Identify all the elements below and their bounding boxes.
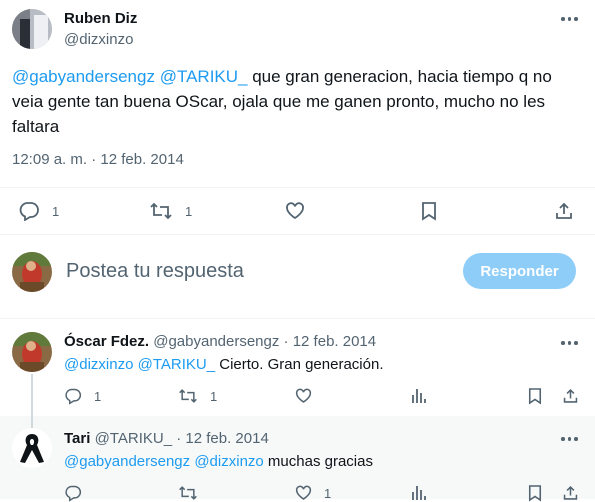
reply1-date[interactable]: · 12 feb. 2014 <box>279 333 377 350</box>
main-author-name[interactable]: Ruben Diz <box>64 10 137 27</box>
views-icon <box>412 486 426 500</box>
reply1-bookmark-button[interactable] <box>528 387 542 405</box>
reply1-text-body: Cierto. Gran generación. <box>215 356 384 373</box>
bookmark-icon <box>528 388 542 405</box>
reply2-avatar[interactable] <box>12 428 52 468</box>
reply2-like-button[interactable]: 1 <box>295 484 331 502</box>
reply-icon <box>65 485 82 502</box>
divider <box>0 318 595 319</box>
reply2-views-button[interactable] <box>411 484 427 502</box>
bookmark-icon <box>422 202 436 221</box>
divider <box>0 187 595 188</box>
reply1-reply-button[interactable]: 1 <box>64 387 101 405</box>
retweet-icon <box>179 389 197 403</box>
reply1-header: Óscar Fdez. @gabyandersengz · 12 feb. 20… <box>64 333 376 350</box>
reply1-author-name[interactable]: Óscar Fdez. <box>64 333 149 350</box>
reply2-more-icon[interactable] <box>561 436 578 442</box>
main-more-icon[interactable] <box>561 16 578 22</box>
retweet-icon <box>179 486 197 500</box>
heart-icon <box>295 388 312 403</box>
reply1-retweet-button[interactable]: 1 <box>178 387 217 405</box>
reply1-avatar[interactable] <box>12 332 52 372</box>
reply1-retweet-count: 1 <box>210 388 218 404</box>
main-text-line2: veia gente tan buena OScar, ojala que me… <box>12 92 546 111</box>
reply2-text-body: muchas gracias <box>263 453 373 470</box>
reply1-text: @dizxinzo @TARIKU_ Cierto. Gran generaci… <box>64 355 383 375</box>
black-ribbon-icon <box>20 434 44 463</box>
reply1-more-icon[interactable] <box>561 340 578 346</box>
reply2-header: Tari @TARIKU_ · 12 feb. 2014 <box>64 430 269 447</box>
main-text-line1: que gran generacion, hacia tiempo q no <box>247 67 552 86</box>
share-icon <box>556 202 572 219</box>
main-tweet-text: @gabyandersengz @TARIKU_ que gran genera… <box>12 64 582 139</box>
composer-avatar[interactable] <box>12 252 52 292</box>
reply2-bookmark-button[interactable] <box>528 484 542 502</box>
reply-icon <box>19 202 39 221</box>
main-share-button[interactable] <box>554 201 574 221</box>
mention-link[interactable]: @dizxinzo <box>194 453 263 470</box>
main-reply-count: 1 <box>52 203 60 219</box>
mention-link[interactable]: @TARIKU_ <box>160 67 248 86</box>
reply-icon <box>65 388 82 405</box>
main-reply-button[interactable]: 1 <box>18 201 59 221</box>
reply2-author-handle[interactable]: @TARIKU_ <box>95 430 172 447</box>
reply2-text: @gabyandersengz @dizxinzo muchas gracias <box>64 452 373 472</box>
main-author-avatar[interactable] <box>12 9 52 49</box>
main-author-handle[interactable]: @dizxinzo <box>64 31 133 48</box>
mention-link[interactable]: @gabyandersengz <box>64 453 190 470</box>
reply2-retweet-button[interactable] <box>178 484 198 502</box>
reply-submit-button[interactable]: Responder <box>463 253 576 289</box>
views-icon <box>412 389 426 403</box>
reply2-like-count: 1 <box>324 485 332 501</box>
reply2-reply-button[interactable] <box>64 484 82 502</box>
share-icon <box>563 388 578 403</box>
reply1-share-button[interactable] <box>562 387 579 405</box>
divider <box>0 234 595 235</box>
reply1-like-button[interactable] <box>295 387 312 405</box>
mention-link[interactable]: @dizxinzo <box>64 356 133 373</box>
main-retweet-count: 1 <box>185 203 193 219</box>
main-retweet-button[interactable]: 1 <box>149 201 192 221</box>
reply2-author-name[interactable]: Tari <box>64 430 90 447</box>
main-like-button[interactable] <box>285 201 305 221</box>
reply1-reply-count: 1 <box>94 388 102 404</box>
reply2-date[interactable]: · 12 feb. 2014 <box>172 430 269 447</box>
thread-connector-line <box>31 416 33 428</box>
reply1-views-button[interactable] <box>411 387 427 405</box>
bookmark-icon <box>528 485 542 502</box>
heart-icon <box>295 485 312 500</box>
reply2-share-button[interactable] <box>562 484 579 502</box>
retweet-icon <box>150 202 172 220</box>
main-timestamp[interactable]: 12:09 a. m. · 12 feb. 2014 <box>12 151 184 168</box>
reply-composer-input[interactable]: Postea tu respuesta <box>66 260 244 283</box>
main-bookmark-button[interactable] <box>421 201 437 221</box>
share-icon <box>563 485 578 500</box>
heart-icon <box>286 202 304 220</box>
mention-link[interactable]: @TARIKU_ <box>138 356 215 373</box>
reply1-author-handle[interactable]: @gabyandersengz <box>153 333 279 350</box>
main-text-line3: faltara <box>12 117 60 136</box>
mention-link[interactable]: @gabyandersengz <box>12 67 155 86</box>
